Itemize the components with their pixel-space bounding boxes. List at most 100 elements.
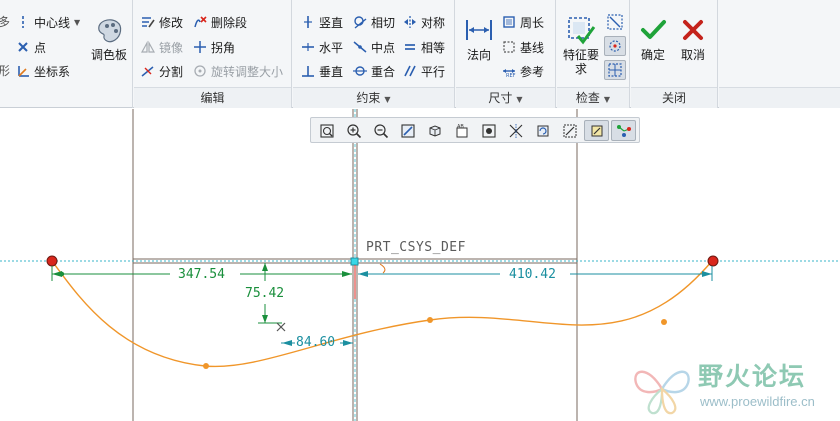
repaint-button[interactable] xyxy=(395,120,420,141)
csys-button[interactable]: 坐标系 xyxy=(16,61,70,81)
refit-button[interactable] xyxy=(314,120,339,141)
rotate-resize-button[interactable]: 旋转调整大小 xyxy=(193,61,283,81)
normal-dimension-button[interactable]: 法向 xyxy=(462,14,496,62)
corner-button[interactable]: 拐角 xyxy=(193,37,235,57)
spline-endpoint-left[interactable] xyxy=(46,255,58,267)
delete-segment-button[interactable]: 删除段 xyxy=(193,12,247,32)
sketch-points-display-button[interactable] xyxy=(611,120,636,141)
checkmark-icon xyxy=(637,14,669,46)
spline-interpolation-point-3[interactable] xyxy=(661,319,667,325)
divide-icon xyxy=(141,64,155,78)
group-label-constraint[interactable]: 约束 ▼ xyxy=(293,87,454,108)
inspect-group-dropdown-icon: ▼ xyxy=(603,95,611,104)
zoom-out-button[interactable] xyxy=(368,120,393,141)
perpendicular-icon xyxy=(301,64,315,78)
saved-orientations-button[interactable]: AB xyxy=(449,120,474,141)
mirror-button[interactable]: 镜像 xyxy=(141,37,183,57)
centerline-dropdown-icon[interactable]: ▼ xyxy=(74,18,80,27)
constraint-vertical-button[interactable]: 竖直 xyxy=(301,12,343,32)
ok-button[interactable]: 确定 xyxy=(635,14,671,62)
display-style-button[interactable] xyxy=(422,120,447,141)
constraint-parallel-button[interactable]: 平行 xyxy=(403,61,445,81)
symmetric-icon xyxy=(403,15,417,29)
dimension-left-horizontal[interactable]: 347.54 xyxy=(178,268,225,282)
rotate-resize-label: 旋转调整大小 xyxy=(211,64,284,79)
sketch-spline[interactable] xyxy=(51,260,713,368)
csys-origin-marker[interactable] xyxy=(350,257,386,299)
group-edit: 修改 删除段 镜像 拐角 分割 旋转调整大小 编辑 xyxy=(134,0,292,108)
corner-label: 拐角 xyxy=(211,40,236,55)
construction-point-x-icon[interactable] xyxy=(276,322,286,332)
watermark-butterfly-icon xyxy=(634,370,690,415)
constraint-horizontal-button[interactable]: 水平 xyxy=(301,37,343,57)
view-manager-button[interactable] xyxy=(476,120,501,141)
display-style-cube-icon xyxy=(429,124,440,137)
modify-label: 修改 xyxy=(159,15,184,30)
palette-button[interactable]: 调色板 xyxy=(88,14,130,62)
inspect-open-ends-toggle[interactable] xyxy=(604,36,626,56)
constraint-perpendicular-label: 垂直 xyxy=(319,64,344,79)
graphics-view-toolbar: AB xyxy=(310,117,640,143)
constraint-group-dropdown-icon: ▼ xyxy=(384,95,391,104)
close-x-icon xyxy=(677,14,709,46)
inspect-overlap-toggle[interactable] xyxy=(604,12,626,32)
constraint-symmetric-label: 对称 xyxy=(421,15,446,30)
point-label: 点 xyxy=(34,40,47,55)
dimension-vertical[interactable]: 75.42 xyxy=(245,287,284,301)
sketch-view-button[interactable] xyxy=(557,120,582,141)
sketch-view-icon xyxy=(563,124,576,137)
constraint-coincident-button[interactable]: 重合 xyxy=(353,61,395,81)
feature-requirements-button[interactable]: 特征要求 xyxy=(559,14,603,76)
palette-icon xyxy=(93,14,125,46)
point-button[interactable]: 点 xyxy=(16,37,46,57)
group-label-inspect[interactable]: 检查 ▼ xyxy=(557,87,629,108)
sketcher-filters-icon xyxy=(591,125,602,136)
truncated-label-2: 形 xyxy=(0,64,11,78)
spin-center-button[interactable] xyxy=(530,120,555,141)
datum-display-icon xyxy=(509,123,522,138)
constraint-midpoint-button[interactable]: 中点 xyxy=(353,37,395,57)
spline-interpolation-point-1[interactable] xyxy=(203,363,209,369)
watermark-url: www.proewildfire.cn xyxy=(700,394,815,409)
saved-orientations-icon: AB xyxy=(456,124,467,137)
centerline-button[interactable]: 中心线 ▼ xyxy=(16,12,80,32)
zoom-in-button[interactable] xyxy=(341,120,366,141)
perimeter-icon xyxy=(502,15,516,29)
constraint-midpoint-label: 中点 xyxy=(371,40,396,55)
baseline-button[interactable]: 基线 xyxy=(502,37,544,57)
inspect-shade-closed-toggle[interactable] xyxy=(604,60,626,80)
spline-endpoint-right[interactable] xyxy=(707,255,719,267)
constraint-tangent-button[interactable]: 相切 xyxy=(353,12,395,32)
dimension-right-horizontal[interactable]: 410.42 xyxy=(509,268,556,282)
ok-label: 确定 xyxy=(640,48,665,62)
constraint-perpendicular-button[interactable]: 垂直 xyxy=(301,61,343,81)
constraint-equal-button[interactable]: 相等 xyxy=(403,37,445,57)
dimension-small[interactable]: 84.60 xyxy=(296,336,335,350)
group-label-edit: 编辑 xyxy=(134,87,291,108)
spline-interpolation-point-2[interactable] xyxy=(427,317,433,323)
group-inspect: 特征要求 检查 ▼ xyxy=(557,0,630,108)
delete-segment-icon xyxy=(193,15,207,29)
constraint-equal-label: 相等 xyxy=(421,40,446,55)
reference-button[interactable]: REF 参考 xyxy=(502,61,544,81)
ribbon-label-filler xyxy=(719,87,840,108)
perimeter-button[interactable]: 周长 xyxy=(502,12,544,32)
spin-center-icon xyxy=(537,125,548,136)
group-label-close: 关闭 xyxy=(631,87,717,108)
graphics-canvas[interactable]: AB PRT_CSYS_DEF 347.54 75.42 410.42 84.6… xyxy=(0,109,840,421)
csys-name-label[interactable]: PRT_CSYS_DEF xyxy=(366,240,466,255)
centerline-icon xyxy=(16,15,30,29)
cancel-button[interactable]: 取消 xyxy=(675,14,711,62)
horizontal-constraint-icon xyxy=(301,40,315,54)
group-label-dimension[interactable]: 尺寸 ▼ xyxy=(456,87,555,108)
datum-display-filters-button[interactable] xyxy=(503,120,528,141)
feature-requirements-label: 特征要求 xyxy=(562,48,599,76)
equal-icon xyxy=(403,40,417,54)
baseline-label: 基线 xyxy=(520,40,545,55)
sketcher-display-filters-button[interactable] xyxy=(584,120,609,141)
refit-icon xyxy=(319,123,334,138)
constraint-horizontal-label: 水平 xyxy=(319,40,344,55)
constraint-symmetric-button[interactable]: 对称 xyxy=(403,12,445,32)
divide-button[interactable]: 分割 xyxy=(141,61,183,81)
modify-button[interactable]: 修改 xyxy=(141,12,183,32)
